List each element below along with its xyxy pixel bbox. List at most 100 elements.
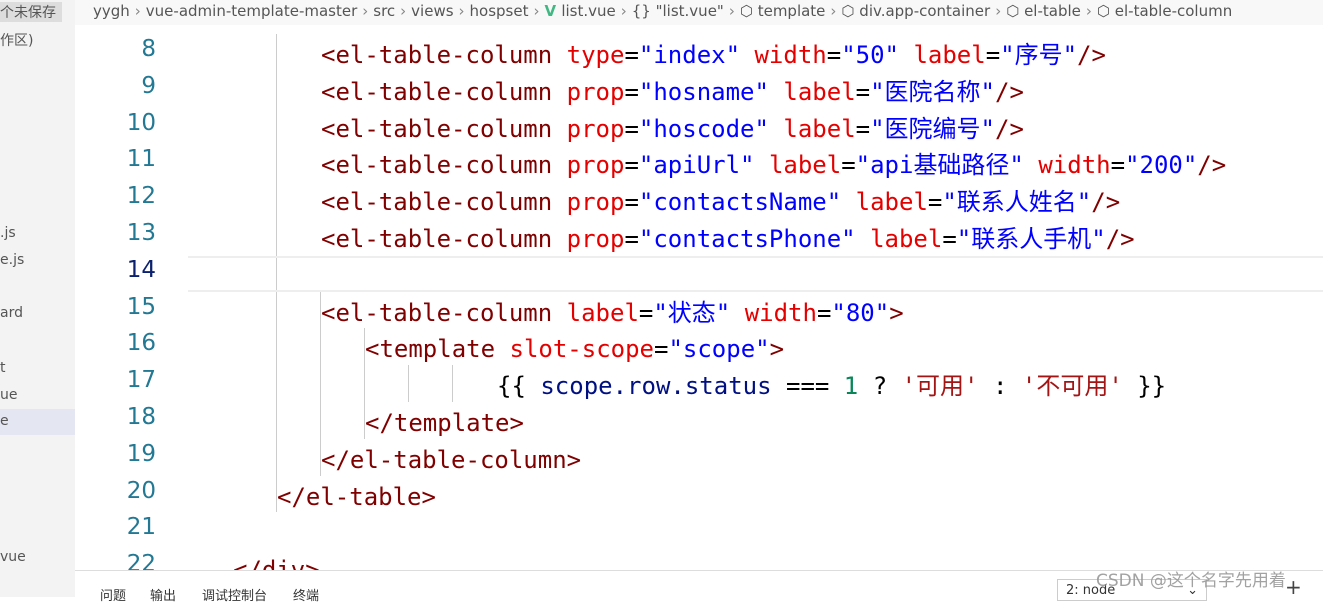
- code-token: prop: [566, 77, 625, 106]
- chevron-right-icon: ›: [995, 2, 1002, 20]
- breadcrumb-item[interactable]: views: [411, 2, 453, 20]
- add-terminal-button[interactable]: +: [1285, 575, 1302, 599]
- code-token: width: [754, 41, 827, 69]
- code-token: >: [889, 298, 904, 327]
- code-token: =: [654, 335, 669, 364]
- code-token: =: [624, 41, 639, 69]
- code-token: label: [768, 151, 842, 180]
- breadcrumb-item[interactable]: div.app-container: [859, 2, 990, 20]
- code-token: prop: [566, 225, 625, 253]
- code-token: <el-table-column: [321, 188, 567, 217]
- line-number: 18: [126, 404, 156, 430]
- code-line[interactable]: </div>: [233, 553, 320, 570]
- sidebar-item[interactable]: ard: [0, 305, 23, 321]
- line-number: 20: [126, 477, 156, 504]
- code-token: slot-scope: [509, 335, 655, 364]
- code-token: =: [624, 77, 639, 106]
- code-token: =: [942, 225, 957, 253]
- sidebar-item[interactable]: 作区): [0, 30, 33, 50]
- code-token: "hosname": [638, 77, 784, 106]
- explorer-sidebar: 个未保存作区) .js e.js ard t ue e vue: [0, 0, 75, 597]
- code-token: <el-table-column: [321, 77, 567, 106]
- breadcrumb-item[interactable]: el-table-column: [1115, 2, 1232, 20]
- element-icon: ⬡: [739, 2, 758, 20]
- breadcrumb-item[interactable]: src: [373, 2, 395, 20]
- code-line[interactable]: <el-table-column prop="hoscode" label="医…: [321, 112, 1024, 146]
- code-token: =: [855, 114, 871, 143]
- code-token: "80": [831, 298, 890, 327]
- code-token: label: [855, 188, 928, 217]
- tab-debug-console[interactable]: 调试控制台: [202, 585, 267, 604]
- code-token: />: [1077, 41, 1106, 69]
- line-number: 8: [141, 36, 156, 62]
- sidebar-item[interactable]: .js: [0, 225, 16, 241]
- breadcrumb-item[interactable]: "list.vue": [656, 2, 724, 20]
- line-number: 14: [126, 256, 156, 283]
- sidebar-item[interactable]: e: [0, 409, 75, 435]
- element-icon: ⬡: [841, 2, 860, 20]
- code-line[interactable]: <el-table-column label="状态" width="80">: [321, 296, 904, 330]
- breadcrumb-item[interactable]: el-table: [1024, 2, 1081, 20]
- code-line[interactable]: </el-table>: [277, 480, 436, 514]
- code-line[interactable]: <el-table-column prop="hosname" label="医…: [321, 75, 1024, 109]
- element-icon: ⬡: [1006, 2, 1025, 20]
- code-token: />: [995, 114, 1024, 143]
- tab-problems[interactable]: 问题: [100, 585, 126, 604]
- code-token: <template: [365, 335, 510, 364]
- code-token: scope.row.status: [540, 372, 772, 401]
- code-line[interactable]: <el-table-column prop="contactsPhone" la…: [321, 222, 1135, 256]
- code-token: </template>: [365, 409, 524, 437]
- sidebar-item[interactable]: t: [0, 360, 6, 376]
- code-token: =: [816, 298, 832, 327]
- code-token: />: [995, 77, 1024, 106]
- line-number: 17: [126, 367, 156, 394]
- code-token: "index": [638, 41, 755, 69]
- code-token: "状态": [653, 298, 745, 327]
- code-token: =: [985, 41, 1001, 69]
- indent-guide: [452, 365, 453, 402]
- code-token: label: [783, 77, 856, 106]
- breadcrumb-item[interactable]: vue-admin-template-master: [146, 2, 357, 20]
- code-line[interactable]: {{ scope.row.status === 1 ? '可用' : '不可用'…: [497, 369, 1166, 403]
- code-line[interactable]: <el-table-column prop="contactsName" lab…: [321, 185, 1120, 219]
- breadcrumb-item[interactable]: hospset: [470, 2, 529, 20]
- code-token: width: [1038, 151, 1111, 180]
- code-token: "联系人手机": [956, 225, 1106, 253]
- chevron-right-icon: ›: [400, 2, 407, 20]
- code-token: =: [927, 188, 943, 217]
- breadcrumb-item[interactable]: template: [758, 2, 826, 20]
- sidebar-item[interactable]: ue: [0, 387, 18, 403]
- code-token: </el-table>: [277, 482, 436, 511]
- tab-terminal[interactable]: 终端: [293, 585, 319, 604]
- sidebar-item[interactable]: vue: [0, 549, 26, 565]
- code-token: >: [769, 335, 785, 364]
- code-token: <el-table-column: [321, 225, 567, 253]
- code-token: <el-table-column: [321, 298, 567, 327]
- breadcrumb: yygh › vue-admin-template-master › src › views…: [75, 0, 1323, 25]
- code-editor[interactable]: <el-table-column type="index" width="50"…: [188, 25, 1323, 570]
- code-line[interactable]: </template>: [365, 406, 524, 440]
- current-line-highlight: [188, 255, 1323, 292]
- line-number: 15: [126, 293, 156, 320]
- code-token: "医院编号": [870, 114, 995, 143]
- breadcrumb-item[interactable]: list.vue: [561, 2, 615, 20]
- code-line[interactable]: <el-table-column prop="apiUrl" label="ap…: [321, 148, 1226, 182]
- code-token: label: [870, 225, 943, 253]
- code-token: "联系人姓名": [942, 188, 1092, 217]
- breadcrumb-item[interactable]: yygh: [93, 2, 130, 20]
- code-token: <el-table-column: [321, 151, 567, 180]
- code-line[interactable]: <el-table-column type="index" width="50"…: [321, 38, 1106, 72]
- code-token: "序号": [1000, 41, 1078, 69]
- line-number: 16: [126, 330, 156, 357]
- code-line[interactable]: </el-table-column>: [321, 443, 581, 477]
- sidebar-item[interactable]: e.js: [0, 252, 24, 268]
- code-token: "scope": [668, 335, 770, 364]
- chevron-right-icon: ›: [533, 2, 540, 20]
- line-number: 12: [126, 183, 156, 210]
- code-token: prop: [566, 188, 625, 217]
- code-token: "医院名称": [870, 77, 995, 106]
- tab-output[interactable]: 输出: [150, 585, 176, 604]
- sidebar-item[interactable]: 个未保存: [0, 2, 62, 22]
- line-number: 21: [126, 514, 156, 541]
- code-line[interactable]: <template slot-scope="scope">: [365, 332, 784, 366]
